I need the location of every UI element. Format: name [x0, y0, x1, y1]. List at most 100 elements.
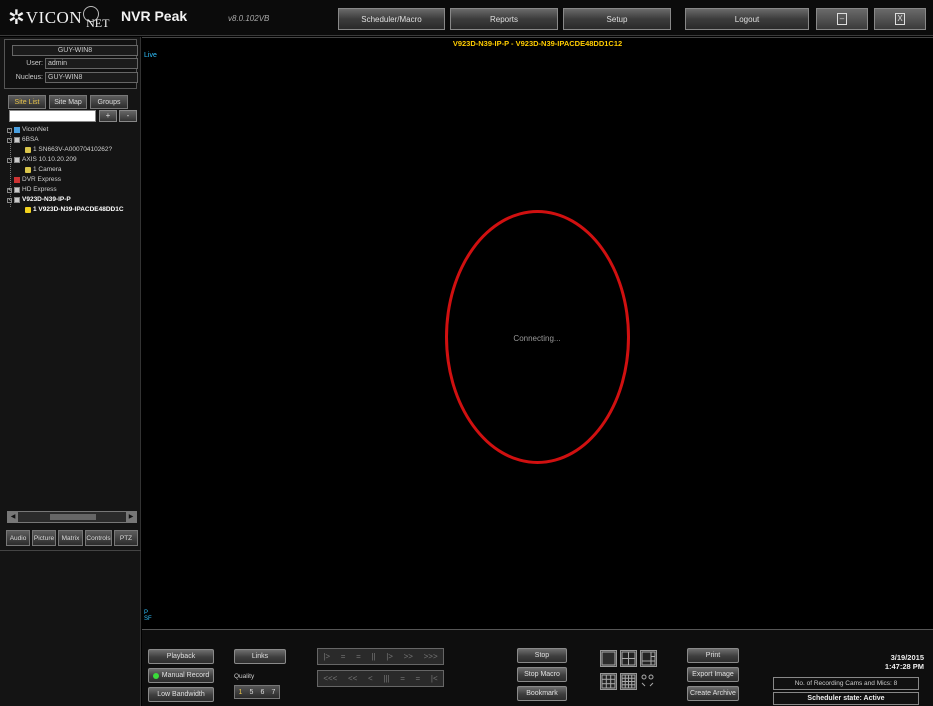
host-icon: [14, 197, 20, 203]
tab-audio[interactable]: Audio: [6, 530, 30, 546]
fast-forward-icon[interactable]: >>: [404, 652, 413, 661]
faster-forward-icon[interactable]: >>>: [424, 652, 438, 661]
step-icon[interactable]: =: [416, 674, 421, 683]
quality-option[interactable]: 7: [272, 689, 276, 696]
stop-macro-button[interactable]: Stop Macro: [517, 667, 567, 682]
tab-site-list[interactable]: Site List: [8, 95, 46, 109]
layout-1plus5-icon[interactable]: [640, 650, 657, 667]
setup-button[interactable]: Setup: [563, 8, 671, 30]
create-archive-button[interactable]: Create Archive: [687, 686, 739, 701]
layout-1x1-icon[interactable]: [600, 650, 617, 667]
tab-matrix[interactable]: Matrix: [58, 530, 83, 546]
tree-horizontal-scrollbar[interactable]: ◀ ▶: [7, 511, 137, 523]
user-row: User: admin: [9, 58, 138, 69]
fullscreen-icon[interactable]: [640, 673, 657, 690]
transport-controls-reverse: <<< << < ||| = = |<: [317, 670, 444, 687]
layout-4x4-icon[interactable]: [620, 673, 637, 690]
collapse-all-button[interactable]: -: [119, 110, 137, 122]
tree-node-label: 6BSA: [22, 136, 39, 143]
close-button[interactable]: X: [874, 8, 926, 30]
export-image-button[interactable]: Export Image: [687, 667, 739, 682]
minimize-button[interactable]: –: [816, 8, 868, 30]
vicon-star-icon: ✲: [8, 7, 25, 29]
step-icon[interactable]: =: [341, 652, 346, 661]
go-to-start-icon[interactable]: |<: [431, 674, 438, 683]
minimize-icon: –: [837, 13, 847, 25]
rewind-icon[interactable]: <<: [348, 674, 357, 683]
scheduler-state: Scheduler state: Active: [773, 692, 919, 705]
camera-title: V923D-N39-IP-P - V923D-N39-IPACDE48DD1C1…: [452, 39, 623, 48]
quality-option[interactable]: 5: [250, 689, 254, 696]
collapse-icon[interactable]: -: [7, 197, 12, 203]
camera-icon: [25, 207, 31, 213]
play-icon[interactable]: |>: [323, 652, 330, 661]
layout-3x3-icon[interactable]: [600, 673, 617, 690]
site-tree: - ViconNet - 6BSA 1 SN663V-A00070410262?…: [7, 125, 138, 509]
user-value: admin: [45, 58, 138, 69]
site-search-input[interactable]: [9, 110, 96, 122]
tree-node[interactable]: + HD Express: [7, 185, 57, 195]
tree-node[interactable]: DVR Express: [14, 175, 61, 185]
expand-all-button[interactable]: +: [99, 110, 117, 122]
scroll-thumb[interactable]: [50, 514, 96, 520]
scroll-left-icon[interactable]: ◀: [8, 512, 18, 522]
stop-button[interactable]: Stop: [517, 648, 567, 663]
pause-icon[interactable]: |||: [383, 674, 389, 683]
tree-node[interactable]: - V923D-N39-IP-P: [7, 195, 71, 205]
step-icon[interactable]: =: [356, 652, 361, 661]
playback-button[interactable]: Playback: [148, 649, 214, 664]
bookmark-button[interactable]: Bookmark: [517, 686, 567, 701]
tree-root[interactable]: - ViconNet: [7, 125, 48, 135]
time-label: 1:47:28 PM: [884, 662, 924, 671]
play-forward-icon[interactable]: |>: [386, 652, 393, 661]
tree-node-selected[interactable]: 1 V923D-N39-IPACDE48DD1C: [25, 205, 124, 215]
collapse-icon[interactable]: -: [7, 157, 12, 163]
quality-selector[interactable]: 1 5 6 7: [234, 685, 280, 699]
tree-node[interactable]: - 6BSA: [7, 135, 39, 145]
tab-ptz[interactable]: PTZ: [114, 530, 138, 546]
low-bandwidth-button[interactable]: Low Bandwidth: [148, 687, 214, 702]
scheduler-macro-button[interactable]: Scheduler/Macro: [338, 8, 445, 30]
tab-controls[interactable]: Controls: [85, 530, 112, 546]
tree-node[interactable]: 1 Camera: [25, 165, 62, 175]
vicon-logo: ✲ VICON NET: [8, 5, 109, 31]
tab-site-map[interactable]: Site Map: [49, 95, 87, 109]
logout-button[interactable]: Logout: [685, 8, 809, 30]
tree-node[interactable]: - AXIS 10.10.20.209: [7, 155, 77, 165]
quality-option[interactable]: 6: [261, 689, 265, 696]
stream-indicator: P SF: [144, 610, 152, 622]
print-button[interactable]: Print: [687, 648, 739, 663]
pause-icon[interactable]: ||: [371, 652, 375, 661]
tree-root-label: ViconNet: [22, 126, 49, 133]
layout-2x2-icon[interactable]: [620, 650, 637, 667]
tree-node[interactable]: 1 SN663V-A00070410262?: [25, 145, 112, 155]
scroll-right-icon[interactable]: ▶: [126, 512, 136, 522]
collapse-icon[interactable]: -: [7, 137, 12, 143]
host-icon: [14, 157, 20, 163]
expand-icon[interactable]: +: [7, 187, 12, 193]
tree-node-label: HD Express: [22, 186, 57, 193]
nucleus-label: Nucleus:: [15, 74, 43, 81]
reports-button[interactable]: Reports: [450, 8, 558, 30]
date-time: 3/19/2015 1:47:28 PM: [862, 653, 924, 671]
fast-rewind-icon[interactable]: <<<: [323, 674, 337, 683]
site-tabs: Site List Site Map Groups: [8, 95, 128, 109]
tree-node-label: V923D-N39-IP-P: [22, 196, 71, 203]
logo-subtext: NET: [86, 15, 110, 30]
tree-node-label: DVR Express: [22, 176, 62, 183]
reverse-play-icon[interactable]: <: [368, 674, 373, 683]
dvr-icon: [14, 177, 20, 183]
video-viewport[interactable]: V923D-N39-IP-P - V923D-N39-IPACDE48DD1C1…: [142, 37, 933, 628]
host-icon: [14, 187, 20, 193]
tab-picture[interactable]: Picture: [32, 530, 56, 546]
quality-option[interactable]: 1: [239, 689, 243, 696]
collapse-icon[interactable]: -: [7, 127, 12, 133]
manual-record-button[interactable]: Manual Record: [148, 668, 214, 683]
step-icon[interactable]: =: [400, 674, 405, 683]
links-button[interactable]: Links: [234, 649, 286, 664]
camera-icon: [25, 147, 31, 153]
tab-groups[interactable]: Groups: [90, 95, 128, 109]
user-label: User:: [26, 60, 43, 67]
date-label: 3/19/2015: [890, 653, 924, 662]
bottom-controls: Playback Links Manual Record Quality Low…: [142, 629, 933, 706]
